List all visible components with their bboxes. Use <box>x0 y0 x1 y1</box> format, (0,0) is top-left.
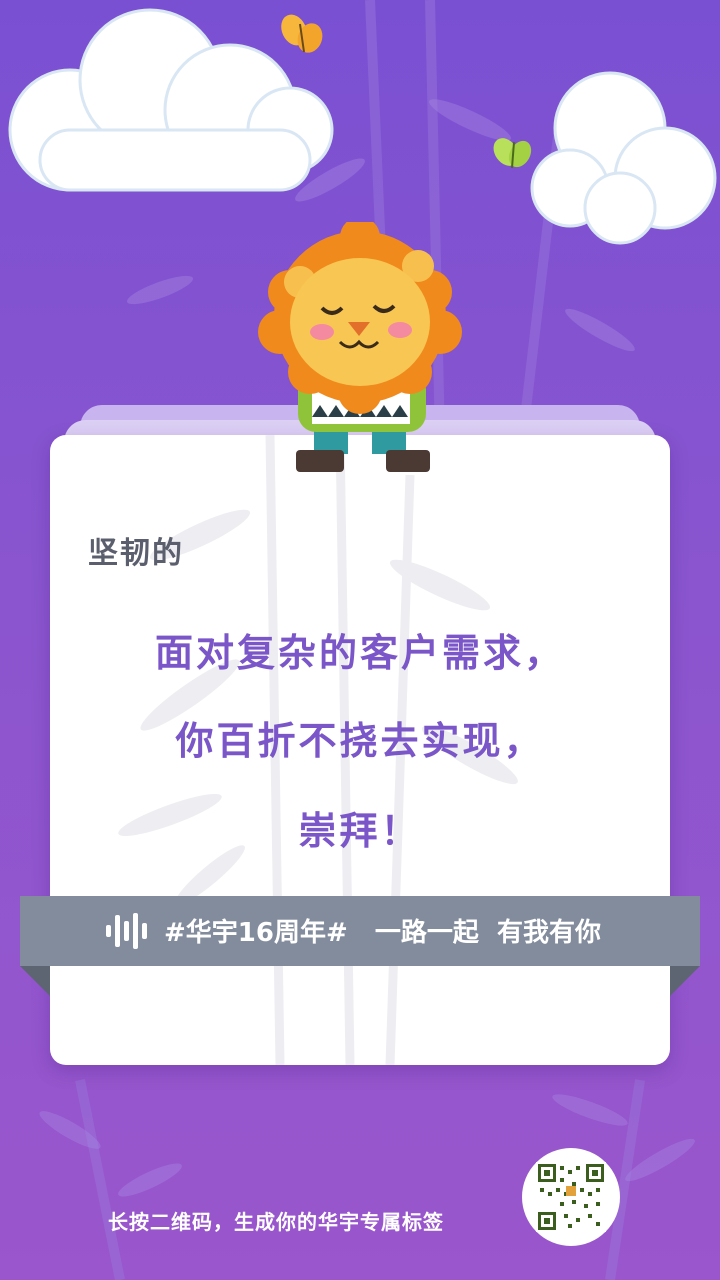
trait-subtitle: 坚韧的 <box>88 536 184 571</box>
qr-code[interactable] <box>522 1148 620 1246</box>
butterfly-orange-icon <box>281 14 323 53</box>
message-line-3: 崇拜！ <box>298 809 422 853</box>
ribbon-fold-left <box>20 966 50 996</box>
message-line-2: 你百折不挠去实现， <box>175 719 545 763</box>
qr-instruction-text: 长按二维码，生成你的华宇专属标签 <box>108 1210 444 1234</box>
message-line-1: 面对复杂的客户需求， <box>154 631 565 675</box>
qr-code-icon <box>536 1162 606 1232</box>
cloud-right <box>530 71 717 245</box>
lion-mascot <box>258 222 462 472</box>
soundwave-logo-icon <box>106 913 147 949</box>
butterfly-green-icon <box>493 138 532 169</box>
ribbon-fold-right <box>670 966 700 996</box>
ribbon-slogan: #华宇16周年# 一路一起 有我有你 <box>164 918 602 948</box>
